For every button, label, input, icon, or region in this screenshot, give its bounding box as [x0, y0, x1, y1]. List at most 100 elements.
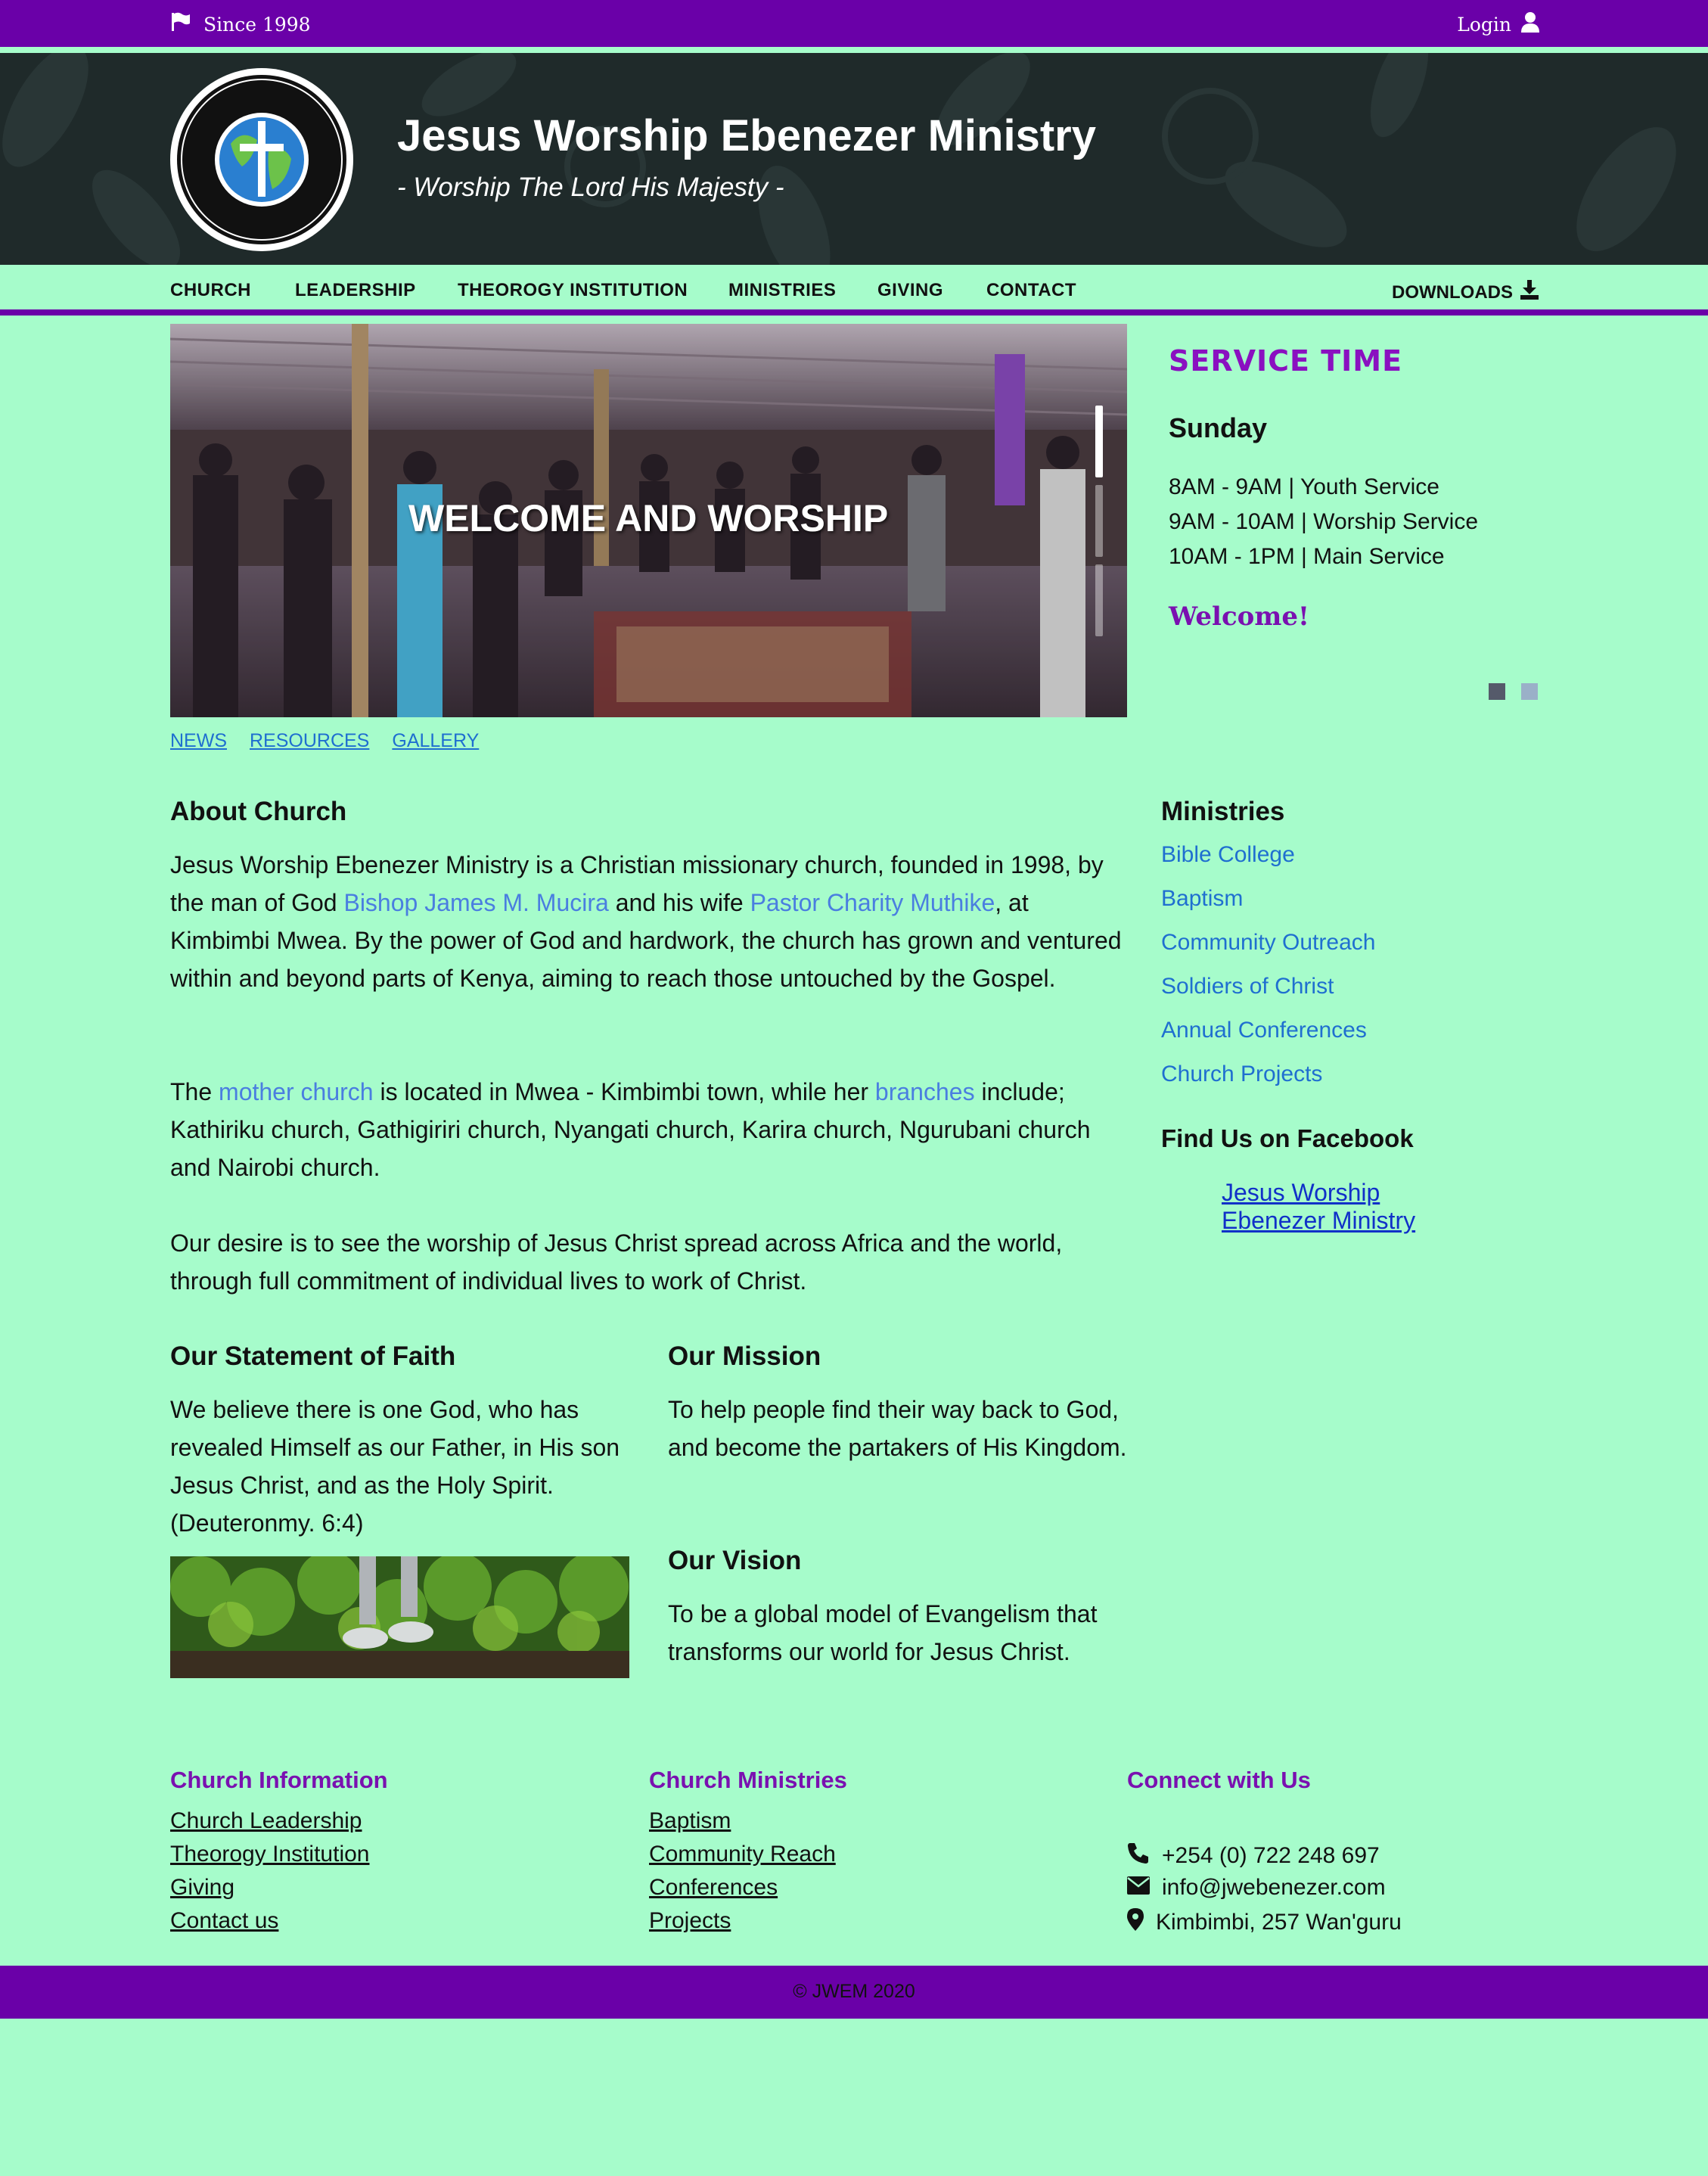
nav-church[interactable]: CHURCH: [170, 280, 251, 301]
contact-email: info@jwebenezer.com: [1127, 1875, 1386, 1901]
ministry-logo[interactable]: [170, 68, 353, 251]
about-text: and his wife: [608, 889, 750, 916]
nav-giving[interactable]: GIVING: [877, 280, 943, 301]
service-day: Sunday: [1169, 412, 1268, 443]
since-text: Since 1998: [203, 13, 311, 36]
slider-indicator-active[interactable]: [1095, 406, 1103, 477]
about-paragraph-3: Our desire is to see the worship of Jesu…: [170, 1229, 1063, 1295]
secondary-links: NEWS RESOURCES GALLERY: [170, 730, 479, 752]
about-text: The: [170, 1078, 219, 1105]
location-text: Kimbimbi, 257 Wan'guru: [1156, 1910, 1402, 1935]
footer-link-giving[interactable]: Giving: [170, 1875, 234, 1901]
main-nav: CHURCH LEADERSHIP THEOROGY INSTITUTION M…: [0, 265, 1708, 316]
login-label[interactable]: Login: [1457, 14, 1511, 36]
sidebar-link-baptism[interactable]: Baptism: [1161, 886, 1375, 930]
nav-ministries[interactable]: MINISTRIES: [728, 280, 836, 301]
top-bar: Since 1998 Login: [0, 0, 1708, 47]
service-row: 8AM - 9AM | Youth Service: [1169, 474, 1439, 499]
mission-text: To help people find their way back to Go…: [668, 1396, 1127, 1461]
service-row: 10AM - 1PM | Main Service: [1169, 544, 1445, 569]
mission-title: Our Mission: [668, 1341, 821, 1371]
facebook-link[interactable]: Jesus Worship Ebenezer Ministry: [1222, 1179, 1471, 1235]
phone-icon: [1127, 1842, 1150, 1870]
sidebar-link-church-projects[interactable]: Church Projects: [1161, 1062, 1375, 1105]
about-section: About Church Jesus Worship Ebenezer Mini…: [170, 797, 1127, 1295]
mission-section: Our Mission To help people find their wa…: [668, 1341, 1129, 1461]
sidebar-link-soldiers-of-christ[interactable]: Soldiers of Christ: [1161, 974, 1375, 1018]
sidebar: Ministries Bible College Baptism Communi…: [1161, 797, 1539, 1234]
vision-title: Our Vision: [668, 1546, 802, 1575]
forest-image: [170, 1556, 629, 1678]
footer-col-title: Church Ministries: [649, 1767, 847, 1793]
faith-text: We believe there is one God, who has rev…: [170, 1396, 620, 1537]
hero-slider[interactable]: WELCOME AND WORSHIP: [170, 324, 1127, 717]
nav-contact[interactable]: CONTACT: [986, 280, 1076, 301]
slider-indicator[interactable]: [1095, 485, 1103, 557]
footer-col-title: Church Information: [170, 1767, 388, 1793]
footer-link-church-leadership[interactable]: Church Leadership: [170, 1808, 362, 1834]
about-paragraph-1: Jesus Worship Ebenezer Ministry is a Chr…: [170, 846, 1127, 997]
news-link[interactable]: NEWS: [170, 730, 227, 752]
site-title[interactable]: Jesus Worship Ebenezer Ministry: [397, 110, 1096, 161]
facebook-title: Find Us on Facebook: [1161, 1124, 1414, 1152]
sidebar-link-community-outreach[interactable]: Community Outreach: [1161, 930, 1375, 974]
envelope-icon: [1127, 1875, 1150, 1901]
sidebar-title: Ministries: [1161, 797, 1285, 826]
forest-photo: [170, 1556, 629, 1678]
footer-link-baptism[interactable]: Baptism: [649, 1808, 731, 1834]
download-icon[interactable]: [1520, 280, 1539, 305]
footer-link-contact-us[interactable]: Contact us: [170, 1908, 278, 1934]
sidebar-link-annual-conferences[interactable]: Annual Conferences: [1161, 1018, 1375, 1062]
logo-emblem: [177, 75, 346, 244]
footer-link-projects[interactable]: Projects: [649, 1908, 731, 1934]
mother-church-link[interactable]: mother church: [219, 1078, 374, 1105]
ministries-list: Bible College Baptism Community Outreach…: [1161, 842, 1375, 1105]
bishop-link[interactable]: Bishop James M. Mucira: [343, 889, 608, 916]
footer-church-ministries: Church Ministries Baptism Community Reac…: [649, 1767, 847, 1933]
contact-phone: +254 (0) 722 248 697: [1127, 1842, 1380, 1870]
copyright-bar: © JWEM 2020: [0, 1966, 1708, 2019]
downloads-label[interactable]: DOWNLOADS: [1392, 282, 1513, 303]
map-marker-icon: [1127, 1908, 1144, 1937]
about-paragraph-2: The mother church is located in Mwea - K…: [170, 1073, 1127, 1186]
site-tagline: - Worship The Lord His Majesty -: [397, 173, 784, 202]
service-time-panel: SERVICE TIME Sunday 8AM - 9AM | Youth Se…: [1169, 344, 1478, 632]
faith-section: Our Statement of Faith We believe there …: [170, 1341, 624, 1537]
carousel-dot[interactable]: [1521, 683, 1538, 700]
footer-link-theorogy-institution[interactable]: Theorogy Institution: [170, 1842, 369, 1867]
sidebar-link-bible-college[interactable]: Bible College: [1161, 842, 1375, 886]
contact-location: Kimbimbi, 257 Wan'guru: [1127, 1908, 1402, 1937]
welcome-text: Welcome!: [1169, 602, 1309, 632]
login-link[interactable]: Login: [1457, 11, 1540, 37]
email-address[interactable]: info@jwebenezer.com: [1162, 1875, 1386, 1901]
branches-link[interactable]: branches: [875, 1078, 975, 1105]
service-time-title: SERVICE TIME: [1169, 344, 1403, 378]
footer-connect: Connect with Us +254 (0) 722 248 697 inf…: [1127, 1767, 1402, 1935]
flag-icon: [170, 11, 191, 37]
downloads-link[interactable]: DOWNLOADS: [1392, 280, 1539, 305]
footer-col-title: Connect with Us: [1127, 1767, 1311, 1793]
site-header: Jesus Worship Ebenezer Ministry - Worshi…: [0, 53, 1708, 265]
user-icon[interactable]: [1520, 11, 1540, 37]
copyright-text: © JWEM 2020: [793, 1981, 915, 2002]
top-stripe: [0, 47, 1708, 53]
since-info: Since 1998: [170, 11, 311, 37]
slider-indicator[interactable]: [1095, 564, 1103, 636]
gallery-link[interactable]: GALLERY: [392, 730, 479, 752]
footer-link-community-reach[interactable]: Community Reach: [649, 1842, 836, 1867]
service-row: 9AM - 10AM | Worship Service: [1169, 509, 1479, 534]
footer-church-information: Church Information Church Leadership The…: [170, 1767, 388, 1933]
footer-link-conferences[interactable]: Conferences: [649, 1875, 778, 1901]
pastor-link[interactable]: Pastor Charity Muthike: [750, 889, 995, 916]
nav-leadership[interactable]: LEADERSHIP: [295, 280, 416, 301]
carousel-dot-active[interactable]: [1489, 683, 1505, 700]
vision-text: To be a global model of Evangelism that …: [668, 1600, 1098, 1665]
faith-title: Our Statement of Faith: [170, 1341, 456, 1371]
slide-caption: WELCOME AND WORSHIP: [408, 497, 889, 539]
resources-link[interactable]: RESOURCES: [250, 730, 369, 752]
nav-theorogy-institution[interactable]: THEOROGY INSTITUTION: [458, 280, 688, 301]
phone-number[interactable]: +254 (0) 722 248 697: [1162, 1843, 1380, 1869]
vision-section: Our Vision To be a global model of Evang…: [668, 1546, 1129, 1665]
about-text: is located in Mwea - Kimbimbi town, whil…: [373, 1078, 875, 1105]
about-title: About Church: [170, 797, 347, 826]
